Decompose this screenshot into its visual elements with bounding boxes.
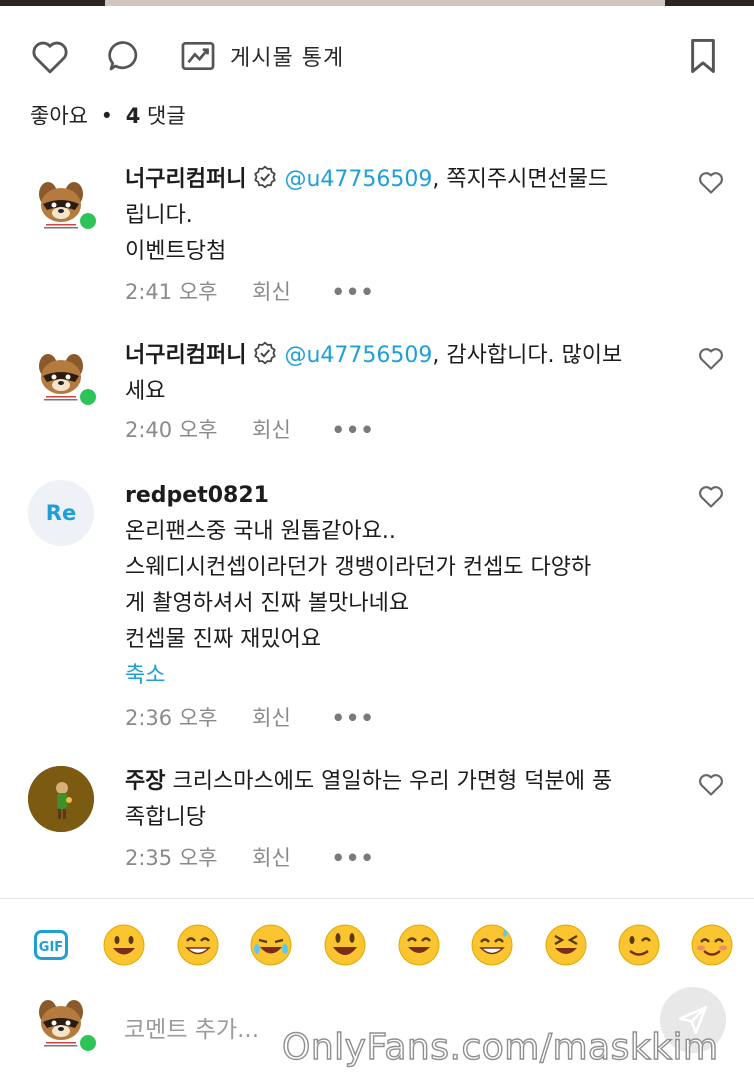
- reply-button[interactable]: 회신: [252, 846, 291, 870]
- comment-meta: 2:40 오후 회신 •••: [125, 414, 375, 444]
- bookmark-button[interactable]: [681, 34, 725, 78]
- comment-like-icon[interactable]: [697, 770, 725, 798]
- online-status-indicator: [77, 1032, 99, 1054]
- comments-label[interactable]: 댓글: [147, 104, 186, 128]
- comment-time: 2:40 오후: [125, 418, 218, 442]
- more-options-button[interactable]: •••: [332, 846, 375, 870]
- comment-line: 게 촬영하셔서 진짜 볼맛나네요: [125, 591, 410, 616]
- comment-meta: 2:41 오후 회신 •••: [125, 276, 375, 306]
- comment-text-continued: 립니다.: [125, 203, 193, 228]
- svg-text:GIF: GIF: [39, 940, 63, 955]
- bookmark-icon: [691, 38, 715, 74]
- separator-dot: •: [100, 104, 114, 128]
- comment-author[interactable]: 너구리컴퍼니: [125, 167, 246, 192]
- post-stats-label[interactable]: 게시물 통계: [230, 40, 344, 72]
- comment-text-continued: 세요: [125, 379, 166, 404]
- like-button[interactable]: [28, 34, 72, 78]
- stats-icon: [181, 41, 215, 71]
- avatar[interactable]: [28, 766, 94, 832]
- reply-button[interactable]: 회신: [252, 418, 291, 442]
- gif-icon[interactable]: GIF: [34, 930, 68, 960]
- comment-author[interactable]: 주장: [125, 769, 165, 794]
- comment-text-continued: 족합니당: [125, 805, 206, 830]
- comment-time: 2:41 오후: [125, 280, 218, 304]
- comment-body: 너구리컴퍼니 @u47756509, 감사합니다. 많이보 세요: [125, 338, 660, 410]
- avatar[interactable]: Re: [28, 480, 94, 546]
- comment-time: 2:36 오후: [125, 706, 218, 730]
- comment-text: 크리스마스에도 열일하는 우리 가면형 덕분에 풍: [165, 769, 613, 794]
- emoji-wink-icon[interactable]: [617, 923, 661, 967]
- comment-text: , 쪽지주시면선물드: [432, 167, 609, 192]
- emoji-blush-icon[interactable]: [690, 923, 734, 967]
- avatar-initials: Re: [45, 501, 77, 525]
- post-action-bar: 게시물 통계: [0, 24, 754, 84]
- comment-body: 너구리컴퍼니 @u47756509, 쪽지주시면선물드 립니다. 이벤트당첨: [125, 162, 660, 270]
- collapse-link[interactable]: 축소: [125, 663, 165, 688]
- comment-like-icon[interactable]: [697, 344, 725, 372]
- more-options-button[interactable]: •••: [332, 280, 375, 304]
- emoji-laughing-icon[interactable]: [544, 923, 588, 967]
- comment-button[interactable]: [102, 34, 146, 78]
- comment-icon: [108, 41, 138, 71]
- reply-button[interactable]: 회신: [252, 280, 291, 304]
- comment-body: redpet0821 온리팬스중 국내 원톱같아요.. 스웨디시컨셉이라던가 갱…: [125, 478, 660, 694]
- heart-icon: [32, 41, 68, 74]
- likes-label[interactable]: 좋아요: [30, 104, 88, 128]
- post-summary: 좋아요 • 4 댓글: [30, 100, 186, 130]
- watermark-text: OnlyFans.com/maskkim: [281, 1026, 719, 1068]
- comment-line: 온리팬스중 국내 원톱같아요..: [125, 519, 396, 544]
- post-stats-button[interactable]: [176, 34, 220, 78]
- comment-mention[interactable]: @u47756509: [284, 343, 432, 368]
- media-bottom-edge: [0, 0, 754, 6]
- verified-icon: [254, 165, 277, 189]
- comment-text-extra: 이벤트당첨: [125, 239, 227, 264]
- emoji-beaming-icon[interactable]: [176, 923, 220, 967]
- emoji-quick-bar: GIF: [0, 898, 754, 991]
- verified-icon: [254, 341, 277, 365]
- online-status-indicator: [77, 386, 99, 408]
- emoji-sweat-smile-icon[interactable]: [470, 923, 514, 967]
- more-options-button[interactable]: •••: [332, 418, 375, 442]
- reply-button[interactable]: 회신: [252, 706, 291, 730]
- comment-mention[interactable]: @u47756509: [284, 167, 432, 192]
- comment-body: 주장 크리스마스에도 열일하는 우리 가면형 덕분에 풍 족합니당: [125, 764, 660, 836]
- more-options-button[interactable]: •••: [332, 706, 375, 730]
- comment-line: 컨셉물 진짜 재밌어요: [125, 627, 322, 652]
- comment-time: 2:35 오후: [125, 846, 218, 870]
- online-status-indicator: [77, 210, 99, 232]
- comment-like-icon[interactable]: [697, 168, 725, 196]
- comment-author[interactable]: redpet0821: [125, 483, 269, 508]
- comment-author[interactable]: 너구리컴퍼니: [125, 343, 246, 368]
- comments-count: 4: [125, 104, 141, 128]
- emoji-joy-icon[interactable]: [249, 923, 293, 967]
- emoji-smiley-icon[interactable]: [323, 923, 367, 967]
- comment-like-icon[interactable]: [697, 482, 725, 510]
- emoji-smile-icon[interactable]: [397, 923, 441, 967]
- comment-meta: 2:35 오후 회신 •••: [125, 842, 375, 872]
- comment-meta: 2:36 오후 회신 •••: [125, 702, 375, 732]
- comment-line: 스웨디시컨셉이라던가 갱뱅이라던가 컨셉도 다양하: [125, 555, 592, 580]
- emoji-grinning-icon[interactable]: [102, 923, 146, 967]
- comment-text: , 감사합니다. 많이보: [432, 343, 623, 368]
